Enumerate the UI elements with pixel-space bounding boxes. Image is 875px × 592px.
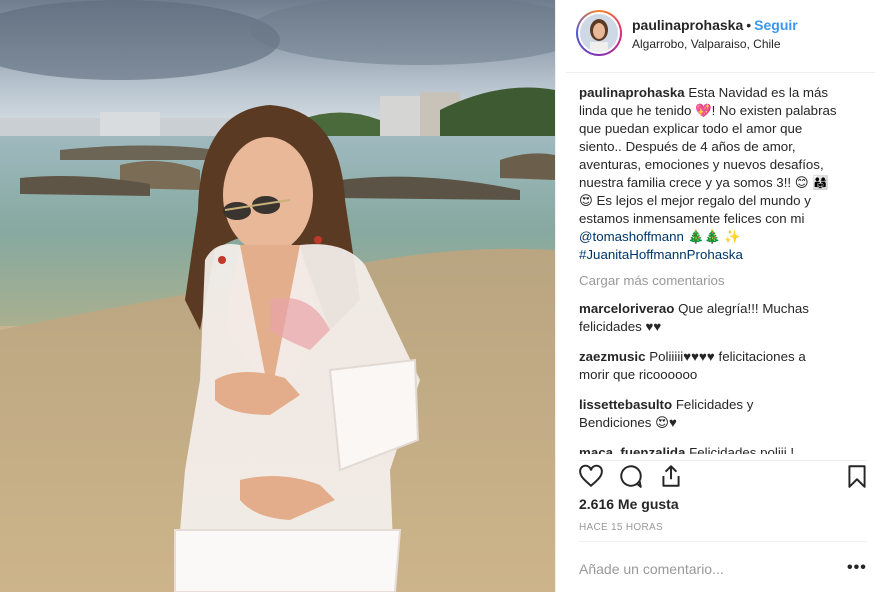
comment-item: maca_fuenzalida Felicidades poliii ! Éxi… [579, 444, 844, 454]
caption-username[interactable]: paulinaprohaska [579, 85, 685, 100]
comment-username[interactable]: marceloriverao [579, 301, 674, 316]
caption-text: Esta Navidad es la más linda que he teni… [579, 85, 837, 226]
header-username[interactable]: paulinaprohaska [632, 17, 743, 33]
share-icon[interactable] [658, 463, 684, 489]
add-comment-input[interactable]: Añade un comentario... [579, 561, 724, 577]
comment-item: lissettebasulto Felicidades y Bendicione… [579, 396, 844, 432]
avatar[interactable] [576, 10, 622, 56]
comment-username[interactable]: maca_fuenzalida [579, 445, 685, 454]
comment-item: zaezmusic Poliiiii♥♥♥♥ felicitaciones a … [579, 348, 844, 384]
avatar-image [578, 12, 620, 54]
comment-item: marceloriverao Que alegría!!! Muchas fel… [579, 300, 844, 336]
divider [579, 541, 867, 542]
post-timestamp[interactable]: HACE 15 HORAS [579, 522, 663, 533]
comment-icon[interactable] [618, 463, 644, 489]
post-sidebar: paulinaprohaska • Seguir Algarrobo, Valpar… [555, 0, 875, 592]
load-more-comments-button[interactable]: Cargar más comentarios [579, 272, 844, 290]
action-bar [578, 460, 868, 492]
comments-section[interactable]: paulinaprohaska Esta Navidad es la más l… [579, 84, 844, 454]
more-options-button[interactable]: ••• [847, 559, 867, 577]
likes-count[interactable]: 2.616 Me gusta [579, 496, 679, 512]
heart-icon[interactable] [578, 463, 604, 489]
post-header: paulinaprohaska • Seguir Algarrobo, Valpar… [566, 0, 875, 73]
comment-username[interactable]: lissettebasulto [579, 397, 672, 412]
header-separator: • [746, 17, 752, 33]
header-line: paulinaprohaska • Seguir [632, 17, 798, 33]
caption-text-after: 🎄🎄 ✨ [683, 229, 741, 244]
post-photo[interactable] [0, 0, 555, 592]
bookmark-icon[interactable] [844, 463, 870, 489]
post-location[interactable]: Algarrobo, Valparaiso, Chile [632, 37, 781, 51]
caption-hashtag[interactable]: #JuanitaHoffmannProhaska [579, 247, 743, 262]
post-caption: paulinaprohaska Esta Navidad es la más l… [579, 84, 844, 264]
caption-mention[interactable]: @tomashoffmann [579, 229, 684, 244]
follow-button[interactable]: Seguir [754, 17, 798, 33]
comment-username[interactable]: zaezmusic [579, 349, 646, 364]
